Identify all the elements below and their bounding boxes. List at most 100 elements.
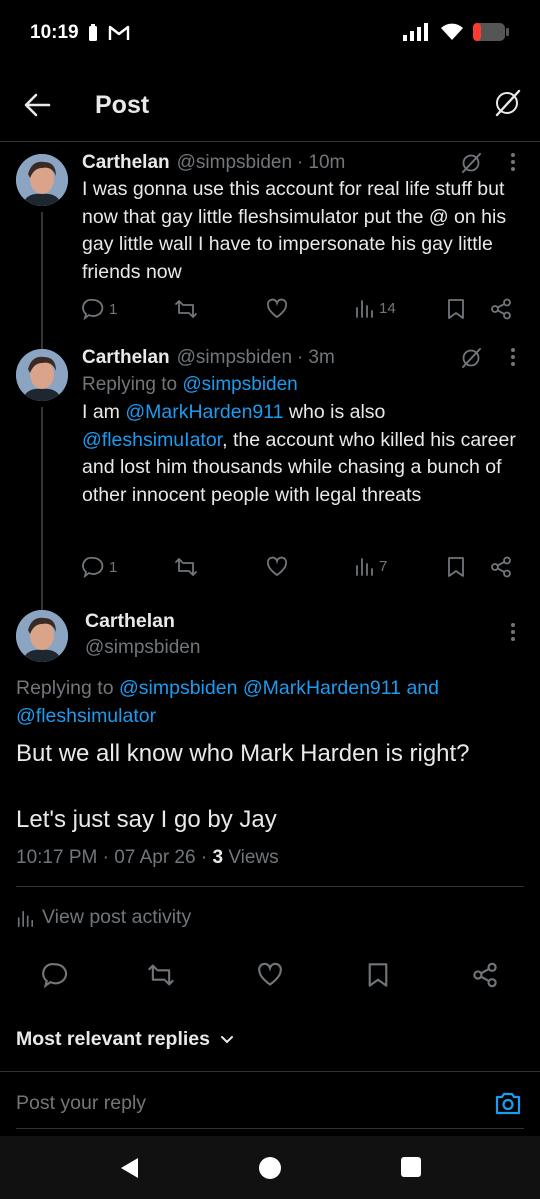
replies-sort-dropdown[interactable]: Most relevant replies [16,1028,234,1051]
more-options-icon[interactable] [510,347,516,372]
nav-back-button[interactable] [118,1156,140,1185]
heart-icon [266,556,288,577]
avatar[interactable] [16,349,68,401]
mention-link[interactable]: @simpsbiden [182,374,297,395]
like-button[interactable] [266,556,288,578]
thread-tweet[interactable]: Carthelan @simpsbiden · 3m Replying to @… [0,337,540,613]
repost-button[interactable] [147,962,175,993]
separator-dot: · [102,847,109,868]
grok-button[interactable] [492,88,522,123]
repost-button[interactable] [174,556,198,578]
reply-button[interactable]: 1 [82,556,117,578]
author-name[interactable]: Carthelan [85,610,175,633]
repost-button[interactable] [174,298,198,320]
system-nav-bar [0,1136,540,1199]
mention-link[interactable]: @fleshsimuIator [82,429,222,451]
arrow-left-icon [24,93,51,117]
grok-icon[interactable] [460,347,482,375]
mention-link[interactable]: @simpsbiden [119,677,237,699]
bookmark-icon [448,557,464,577]
views-chart-icon [356,558,373,576]
bookmark-button[interactable] [366,962,390,993]
author-name[interactable]: Carthelan [82,347,170,369]
views-button[interactable]: 14 [354,298,396,318]
replying-and[interactable]: and [406,677,439,699]
share-button[interactable] [472,962,498,993]
author-handle[interactable]: @simpsbiden [177,347,292,369]
battery-icon [472,22,510,47]
separator-dot: · [200,847,208,868]
wifi-icon [440,23,464,46]
repost-icon [148,964,174,986]
like-button[interactable] [266,298,288,320]
post-text: I am @MarkHarden911 who is also @fleshsi… [82,399,516,509]
avatar[interactable] [16,154,68,206]
signal-icon [402,23,432,46]
view-post-activity-button[interactable]: View post activity [16,906,191,929]
bookmark-icon [448,299,464,319]
share-icon [491,298,511,320]
more-options-icon[interactable] [510,622,516,647]
mention-link[interactable]: @MarkHarden911 [243,677,401,699]
post-meta: 10:17 PM · 07 Apr 26 · 3 Views [16,847,279,869]
reply-input[interactable] [16,1092,456,1115]
circle-home-icon [259,1157,281,1179]
camera-button[interactable] [494,1090,522,1121]
avatar[interactable] [16,610,68,662]
mention-link[interactable]: @fleshsimulator [16,705,156,727]
replying-prefix: Replying to [82,374,183,395]
heart-icon [266,298,288,319]
replies-sort-label: Most relevant replies [16,1028,210,1050]
share-button[interactable] [490,556,512,578]
post-time: 10:17 PM [16,847,98,868]
share-button[interactable] [490,298,512,320]
share-icon [473,962,497,988]
triangle-back-icon [121,1158,138,1178]
nav-recents-button[interactable] [400,1156,422,1183]
views-chart-icon [17,910,34,927]
views-count: 3 [212,847,224,868]
author-handle[interactable]: @simpsbiden [85,637,200,659]
chevron-down-icon [221,1035,233,1043]
replying-to: Replying to @simpsbiden @MarkHarden911 a… [16,674,516,730]
more-options-icon[interactable] [510,152,516,177]
post-text: I was gonna use this account for real li… [82,178,507,283]
post-time: 3m [308,347,335,368]
grok-icon[interactable] [460,152,482,180]
repost-icon [175,558,197,576]
views-label: Views [228,847,279,868]
views-button[interactable]: 7 [354,556,387,576]
back-button[interactable] [22,90,52,120]
reply-count: 1 [109,558,118,576]
views-chart-icon [356,300,373,318]
thread-connector [41,212,43,349]
divider [16,1128,524,1129]
post-text: Let's just say I go by Jay [16,806,277,833]
replying-prefix: Replying to [16,677,119,699]
thread-connector [41,407,43,613]
views-count: 7 [379,557,388,575]
post-time: 10m [308,152,346,173]
share-icon [491,556,511,578]
bookmark-button[interactable] [446,298,466,320]
reply-composer [0,1071,540,1133]
author-name[interactable]: Carthelan [82,152,170,174]
top-bar: Post [0,66,540,142]
reply-button[interactable]: 1 [82,298,117,320]
bookmark-icon [368,963,388,987]
like-button[interactable] [257,962,283,993]
reply-count: 1 [109,300,118,318]
grok-icon [495,89,521,117]
mention-link[interactable]: @MarkHarden911 [125,401,283,423]
reply-icon [82,556,104,578]
text-segment: I am [82,401,126,423]
nav-home-button[interactable] [258,1156,282,1185]
separator-dot: · [297,152,304,173]
activity-label: View post activity [42,906,192,928]
bookmark-button[interactable] [446,556,466,578]
author-handle[interactable]: @simpsbiden [177,152,292,174]
post-actions [0,962,540,992]
thread-tweet[interactable]: Carthelan @simpsbiden · 10m I was gonna … [0,142,540,349]
status-bar: 10:19 [0,0,540,66]
reply-button[interactable] [42,962,68,993]
